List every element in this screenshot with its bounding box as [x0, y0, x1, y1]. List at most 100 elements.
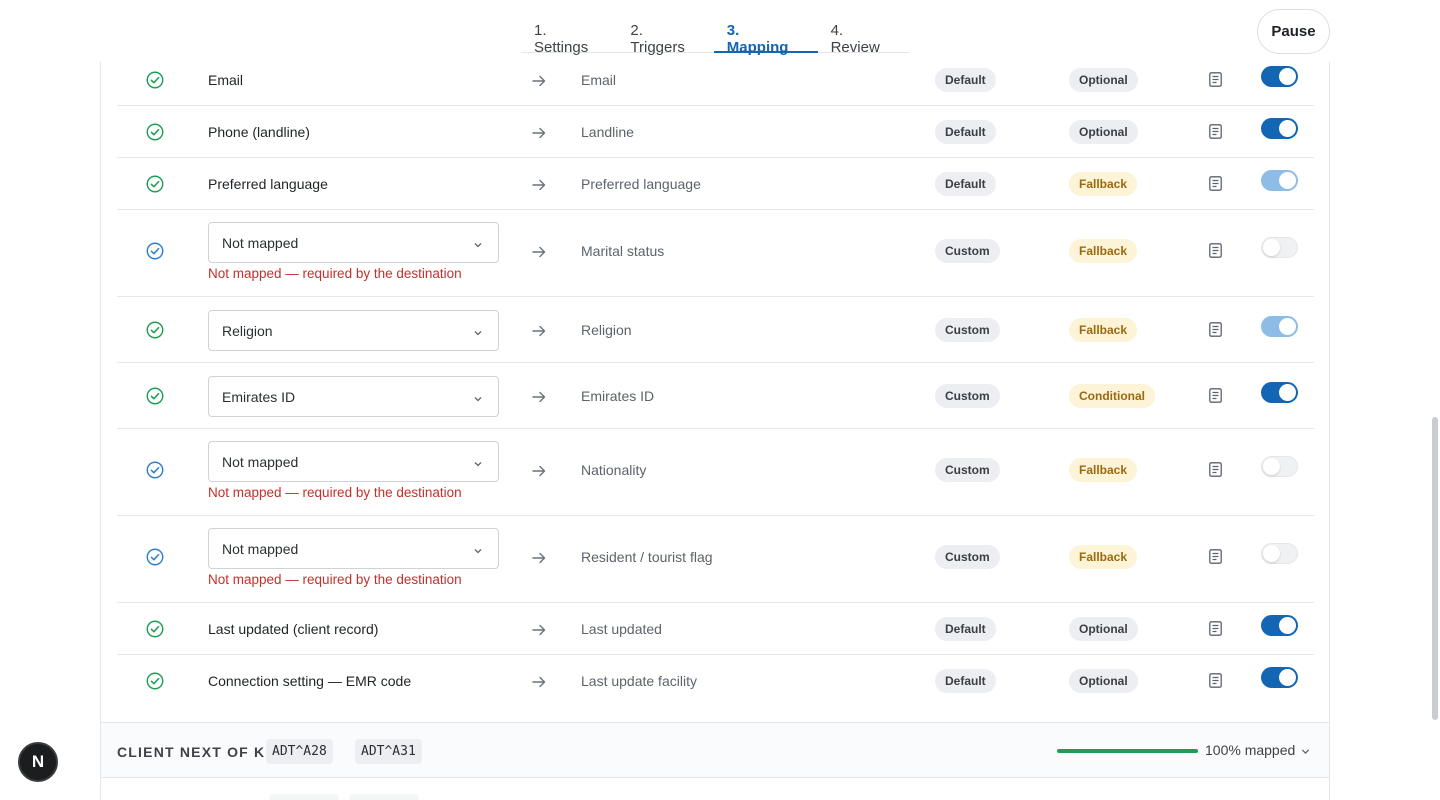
chevron-down-icon — [473, 325, 483, 335]
source-field-select-value: Not mapped — [222, 541, 299, 557]
document-icon[interactable] — [1209, 621, 1222, 636]
mapping-row: Religion Religion Custom Fallback — [117, 297, 1314, 363]
requirement-badge: Optional — [1069, 68, 1138, 92]
source-field-select[interactable]: Emirates ID — [208, 375, 499, 417]
source-field-label: Email — [208, 72, 244, 88]
source-field-select[interactable]: Religion — [208, 309, 499, 351]
enable-toggle[interactable] — [1261, 615, 1298, 636]
arrow-right-icon — [532, 74, 546, 87]
chevron-down-icon[interactable] — [1301, 747, 1310, 756]
toggle-knob — [1279, 318, 1296, 335]
requirement-badge: Fallback — [1069, 458, 1138, 482]
enable-toggle[interactable] — [1261, 66, 1298, 87]
mapping-type-badge: Default — [935, 120, 996, 144]
toggle-knob — [1279, 172, 1296, 189]
pending-check-icon — [146, 242, 164, 260]
message-code-chip: ADT^A28 — [266, 739, 333, 764]
page-scrollbar[interactable] — [1432, 417, 1438, 720]
arrow-right-icon — [532, 551, 546, 564]
enable-toggle[interactable] — [1261, 118, 1298, 139]
mapping-row: Not mapped Not mapped — required by the d… — [117, 516, 1314, 603]
enable-toggle[interactable] — [1261, 316, 1298, 337]
mapping-type-badge: Custom — [935, 239, 1000, 263]
check-circle-icon — [146, 71, 164, 89]
enable-toggle[interactable] — [1261, 382, 1298, 403]
requirement-badge: Conditional — [1069, 384, 1155, 408]
requirement-badge: Fallback — [1069, 239, 1138, 263]
mapping-error-text: Not mapped — required by the destination — [208, 572, 462, 587]
requirement-badge: Optional — [1069, 669, 1138, 693]
requirement-badge: Fallback — [1069, 172, 1138, 196]
document-icon[interactable] — [1209, 388, 1222, 403]
tab-settings[interactable]: 1. Settings — [521, 11, 617, 56]
document-icon[interactable] — [1209, 124, 1222, 139]
requirement-badge: Optional — [1069, 617, 1138, 641]
arrow-right-icon — [532, 126, 546, 139]
message-code-chip: ADT^A31 — [355, 739, 422, 764]
destination-field-label: Resident / tourist flag — [581, 549, 713, 565]
mapping-progress-fill — [1057, 749, 1198, 753]
mapping-error-text: Not mapped — required by the destination — [208, 485, 462, 500]
requirement-badge: Optional — [1069, 120, 1138, 144]
tab-triggers[interactable]: 2. Triggers — [617, 11, 713, 56]
mapping-row: Not mapped Not mapped — required by the d… — [117, 429, 1314, 516]
tab-review[interactable]: 4. Review — [818, 11, 909, 56]
document-icon[interactable] — [1209, 72, 1222, 87]
document-icon[interactable] — [1209, 673, 1222, 688]
chevron-down-icon — [473, 391, 483, 401]
toggle-knob — [1263, 458, 1280, 475]
enable-toggle[interactable] — [1261, 456, 1298, 477]
toggle-knob — [1279, 120, 1296, 137]
source-field-select[interactable]: Not mapped — [208, 441, 499, 482]
destination-field-label: Nationality — [581, 462, 647, 478]
source-field-label: Phone (landline) — [208, 124, 310, 140]
document-icon[interactable] — [1209, 322, 1222, 337]
mapping-type-badge: Custom — [935, 384, 1000, 408]
app-badge[interactable]: N — [18, 742, 58, 782]
check-circle-icon — [146, 620, 164, 638]
arrow-right-icon — [532, 623, 546, 636]
pending-check-icon — [146, 548, 164, 566]
mapping-type-badge: Default — [935, 617, 996, 641]
section-header-next-of-kin[interactable]: CLIENT NEXT OF KIN ADT^A28 ADT^A31 100% … — [101, 722, 1329, 778]
enable-toggle[interactable] — [1261, 237, 1298, 258]
chevron-down-icon — [473, 456, 483, 467]
destination-field-label: Last updated — [581, 621, 662, 637]
enable-toggle[interactable] — [1261, 170, 1298, 191]
mapping-row: Connection setting — EMR code Last update… — [117, 655, 1314, 707]
document-icon[interactable] — [1209, 549, 1222, 564]
source-field-label: Last updated (client record) — [208, 621, 379, 637]
pending-check-icon — [146, 461, 164, 479]
mapping-progress-label: 100% mapped — [1205, 742, 1296, 758]
arrow-right-icon — [532, 675, 546, 688]
arrow-right-icon — [532, 390, 546, 403]
source-field-select-value: Not mapped — [222, 235, 299, 251]
tab-mapping[interactable]: 3. Mapping — [713, 11, 818, 56]
source-field-select[interactable]: Not mapped — [208, 528, 499, 569]
requirement-badge: Fallback — [1069, 545, 1138, 569]
mapping-card: Email Email Default Optional Phone (landline… — [100, 40, 1330, 800]
arrow-right-icon — [532, 245, 546, 258]
check-circle-icon — [146, 672, 164, 690]
mapping-type-badge: Custom — [935, 545, 1000, 569]
toggle-knob — [1279, 68, 1296, 85]
enable-toggle[interactable] — [1261, 667, 1298, 688]
mapping-row: Phone (landline) Landline Default Optional — [117, 106, 1314, 158]
toggle-knob — [1279, 617, 1296, 634]
pause-button[interactable]: Pause — [1257, 9, 1330, 54]
mapping-row: Last updated (client record) Last updated… — [117, 603, 1314, 655]
document-icon[interactable] — [1209, 462, 1222, 477]
section-title: CLIENT NEXT OF KIN — [117, 744, 282, 760]
document-icon[interactable] — [1209, 243, 1222, 258]
enable-toggle[interactable] — [1261, 543, 1298, 564]
mapping-rows: Email Email Default Optional Phone (landline… — [117, 54, 1314, 707]
arrow-right-icon — [532, 178, 546, 191]
document-icon[interactable] — [1209, 176, 1222, 191]
mapping-progress-bar — [1057, 749, 1198, 753]
check-circle-icon — [146, 175, 164, 193]
source-field-select[interactable]: Not mapped — [208, 222, 499, 263]
mapping-row: Emirates ID Emirates ID Custom Conditional — [117, 363, 1314, 429]
destination-field-label: Marital status — [581, 243, 665, 259]
mapping-row: Not mapped Not mapped — required by the d… — [117, 210, 1314, 297]
source-field-select-value: Emirates ID — [222, 388, 296, 405]
